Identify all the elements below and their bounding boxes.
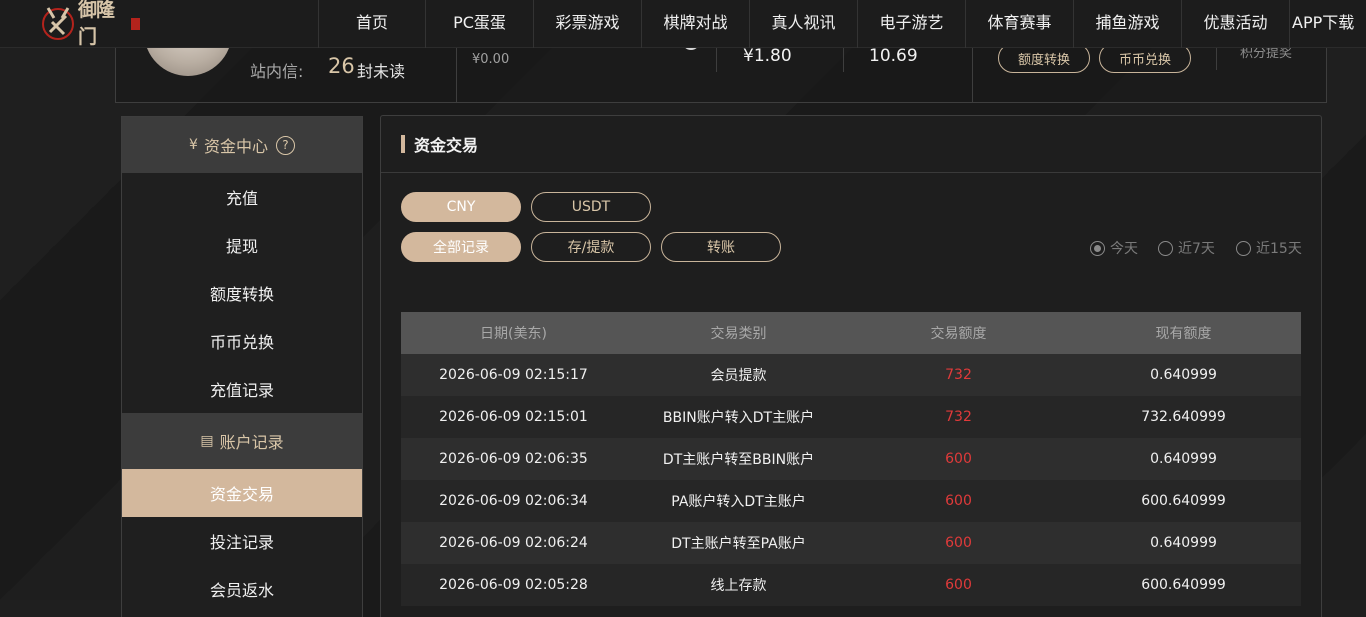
nav-app-download[interactable]: APP下载 [1289,0,1366,48]
logo-seal [131,18,140,30]
sidebar-item-coin-exchange[interactable]: 币币兑换 [122,317,362,365]
panel-header: 资金交易 [381,116,1321,173]
cell-balance: 732.640999 [1066,396,1301,438]
nav-fishing[interactable]: 捕鱼游戏 [1073,0,1181,48]
table-row: 2026-06-09 02:06:35 DT主账户转至BBIN账户 600 0.… [401,438,1301,480]
sidebar-section-funds: ¥ 资金中心 ? [122,117,362,173]
sidebar: ¥ 资金中心 ? 充值 提现 额度转换 币币兑换 充值记录 ▤ 账户记录 资金交… [121,116,363,617]
range-label: 今天 [1110,241,1138,257]
sidebar-item-bet-records[interactable]: 投注记录 [122,517,362,565]
table-row: 2026-06-09 02:06:34 PA账户转入DT主账户 600 600.… [401,480,1301,522]
cell-balance: 600.640999 [1066,564,1301,606]
nav-slots[interactable]: 电子游艺 [857,0,965,48]
cell-date: 2026-06-09 02:15:17 [401,354,626,396]
cell-balance: 0.640999 [1066,522,1301,564]
tab-all-records[interactable]: 全部记录 [401,232,521,262]
cell-amount: 732 [851,396,1066,438]
title-accent-bar [401,135,405,153]
sidebar-item-quota-transfer[interactable]: 额度转换 [122,269,362,317]
table-row: 2026-06-09 02:15:01 BBIN账户转入DT主账户 732 73… [401,396,1301,438]
main-balance: ¥0.00 [472,52,510,67]
cell-date: 2026-06-09 02:15:01 [401,396,626,438]
main-panel: 资金交易 CNY USDT 全部记录 存/提款 转账 今天 近7天 近15天 日… [380,115,1322,617]
sidebar-item-deposit-records[interactable]: 充值记录 [122,365,362,413]
cell-balance: 600.640999 [1066,480,1301,522]
range-7-days[interactable]: 近7天 [1158,238,1215,258]
tab-deposit-withdraw[interactable]: 存/提款 [531,232,651,262]
help-icon[interactable]: ? [275,135,295,155]
radio-icon [1236,240,1251,256]
cell-date: 2026-06-09 02:06:35 [401,438,626,480]
nav-home[interactable]: 首页 [318,0,425,48]
table-row: 2026-06-09 02:06:24 DT主账户转至PA账户 600 0.64… [401,522,1301,564]
table-row: 2026-06-09 02:05:28 线上存款 600 600.640999 [401,564,1301,606]
cell-date: 2026-06-09 02:06:34 [401,480,626,522]
site-logo[interactable]: 御隆门 [40,0,140,48]
tab-usdt[interactable]: USDT [531,192,651,222]
cell-balance: 0.640999 [1066,438,1301,480]
inbox-count[interactable]: 26 [328,54,355,78]
col-amount: 交易额度 [851,312,1066,354]
nav-lottery[interactable]: 彩票游戏 [533,0,641,48]
top-navbar: 御隆门 首页 PC蛋蛋 彩票游戏 棋牌对战 真人视讯 电子游艺 体育赛事 捕鱼游… [0,0,1366,48]
cell-type: 会员提款 [626,354,851,396]
col-balance: 现有额度 [1066,312,1301,354]
logo-icon [40,2,76,42]
inbox-label: 站内信: [250,62,304,81]
balance-2: ¥1.80 [743,46,792,66]
balance-3: 10.69 [869,46,918,66]
range-15-days[interactable]: 近15天 [1236,238,1302,258]
cell-amount: 732 [851,354,1066,396]
col-date: 日期(美东) [401,312,626,354]
sidebar-item-withdraw[interactable]: 提现 [122,221,362,269]
cell-type: DT主账户转至PA账户 [626,522,851,564]
cell-type: 线上存款 [626,564,851,606]
nav-pc-egg[interactable]: PC蛋蛋 [425,0,533,48]
sidebar-section-title: 账户记录 [219,433,284,452]
main-nav: 首页 PC蛋蛋 彩票游戏 棋牌对战 真人视讯 电子游艺 体育赛事 捕鱼游戏 优惠… [318,0,1366,48]
cell-amount: 600 [851,438,1066,480]
sidebar-item-fund-transactions[interactable]: 资金交易 [122,469,362,517]
cell-type: BBIN账户转入DT主账户 [626,396,851,438]
tab-transfer[interactable]: 转账 [661,232,781,262]
radio-selected-icon [1090,240,1105,256]
table-row: 2026-06-09 02:15:17 会员提款 732 0.640999 [401,354,1301,396]
cell-amount: 600 [851,522,1066,564]
sidebar-section-records: ▤ 账户记录 [122,413,362,469]
nav-live-video[interactable]: 真人视讯 [749,0,857,48]
transactions-table: 日期(美东) 交易类别 交易额度 现有额度 2026-06-09 02:15:1… [401,312,1301,606]
table-header-row: 日期(美东) 交易类别 交易额度 现有额度 [401,312,1301,354]
sidebar-item-deposit[interactable]: 充值 [122,173,362,221]
cell-balance: 0.640999 [1066,354,1301,396]
page-title: 资金交易 [414,136,479,155]
cell-amount: 600 [851,564,1066,606]
cell-date: 2026-06-09 02:05:28 [401,564,626,606]
col-type: 交易类别 [626,312,851,354]
cell-type: PA账户转入DT主账户 [626,480,851,522]
record-icon: ▤ [200,433,214,449]
range-label: 近15天 [1256,241,1302,257]
inbox-unread-label: 封未读 [357,62,406,81]
tab-cny[interactable]: CNY [401,192,521,222]
sidebar-section-title: 资金中心 [203,137,268,156]
nav-chess-cards[interactable]: 棋牌对战 [641,0,749,48]
cell-amount: 600 [851,480,1066,522]
radio-icon [1158,240,1173,256]
nav-sports[interactable]: 体育赛事 [965,0,1073,48]
range-today[interactable]: 今天 [1090,238,1138,258]
logo-text: 御隆门 [78,0,115,48]
nav-promotions[interactable]: 优惠活动 [1181,0,1289,48]
cell-date: 2026-06-09 02:06:24 [401,522,626,564]
cell-type: DT主账户转至BBIN账户 [626,438,851,480]
range-label: 近7天 [1178,241,1215,257]
sidebar-item-rebate[interactable]: 会员返水 [122,565,362,613]
yen-coin-icon: ¥ [189,137,198,153]
